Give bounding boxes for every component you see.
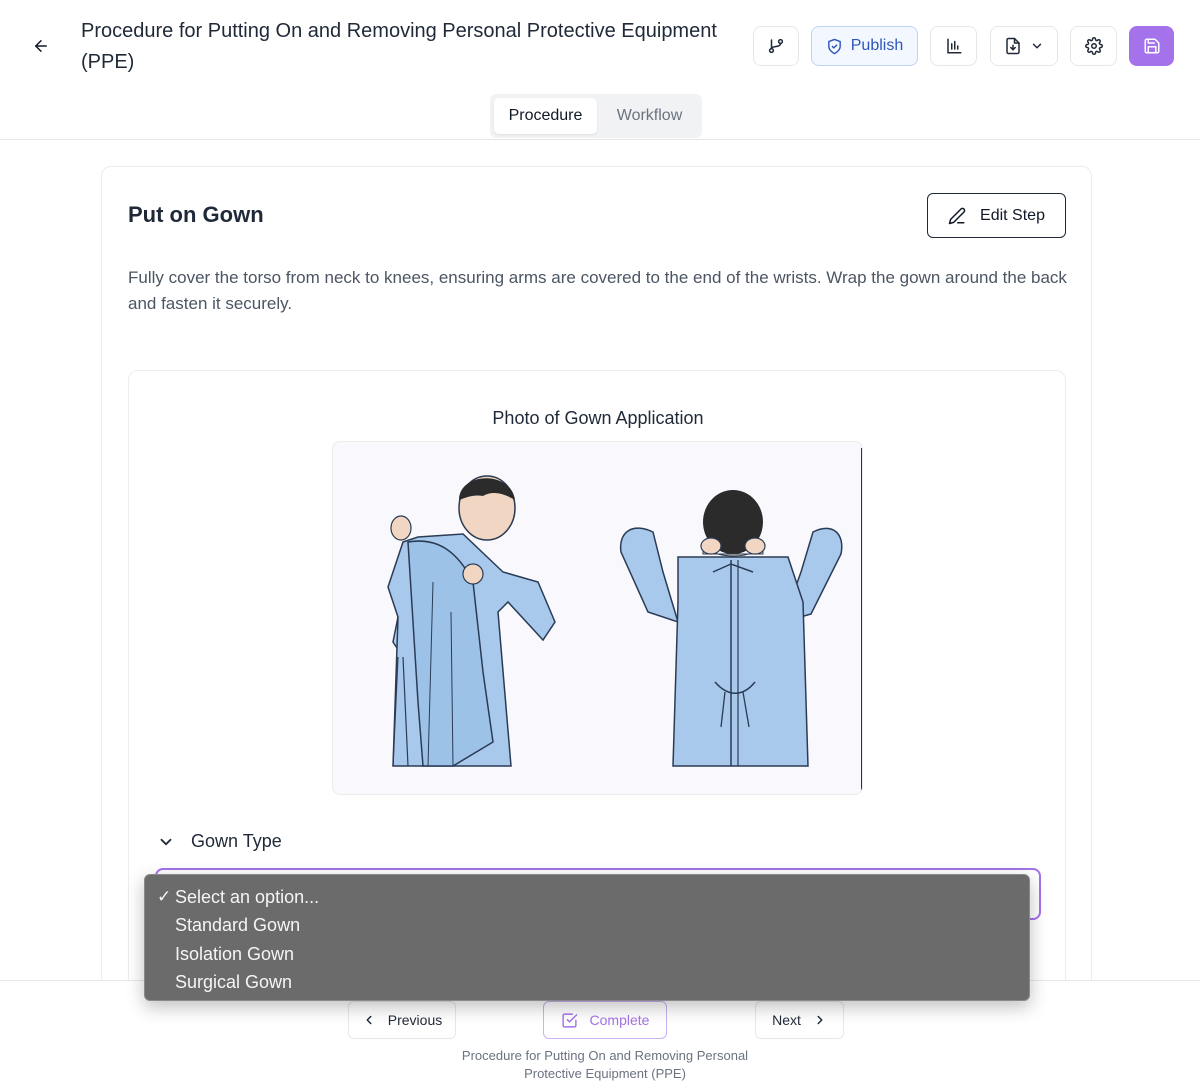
tab-procedure[interactable]: Procedure (494, 98, 597, 134)
edit-step-button[interactable]: Edit Step (927, 193, 1066, 238)
pencil-icon (948, 207, 966, 224)
file-download-icon (1006, 37, 1020, 55)
previous-label: Previous (387, 1012, 443, 1028)
gown-type-title: Gown Type (191, 831, 282, 851)
next-button[interactable]: Next (755, 1001, 844, 1039)
photo-label: Photo of Gown Application (492, 408, 704, 428)
option-label: Select an option... (175, 887, 320, 907)
option-label: Isolation Gown (175, 943, 295, 964)
next-label: Next (772, 1012, 801, 1028)
option-surgical-gown[interactable]: Surgical Gown (145, 968, 1029, 996)
page-title: Procedure for Putting On and Removing Pe… (81, 20, 717, 73)
option-isolation-gown[interactable]: Isolation Gown (145, 940, 1029, 968)
footer-procedure-title: Procedure for Putting On and Removing Pe… (461, 1048, 749, 1081)
option-select-placeholder[interactable]: ✓ Select an option... (145, 883, 1029, 911)
gown-type-options-menu: ✓ Select an option... Standard Gown Isol… (144, 874, 1030, 1001)
checkbox-icon (561, 1012, 577, 1028)
publish-button[interactable]: Publish (811, 26, 918, 66)
save-button[interactable] (1129, 26, 1174, 66)
chevron-down-icon (1032, 43, 1042, 49)
analytics-button[interactable] (930, 26, 977, 66)
gown-type-section-header[interactable]: Gown Type (157, 831, 282, 852)
step-description: Fully cover the torso from neck to knees… (128, 268, 1067, 313)
publish-label: Publish (850, 37, 904, 54)
option-label: Standard Gown (175, 915, 301, 936)
bar-chart-icon (946, 38, 961, 54)
chevron-left-icon (366, 1015, 372, 1025)
step-card: Put on Gown Edit Step Fully cover the to… (101, 166, 1092, 1010)
git-branch-icon (768, 38, 784, 54)
chevron-down-icon (160, 838, 172, 845)
shield-check-icon (827, 38, 841, 54)
save-icon (1144, 38, 1159, 54)
gown-application-photo (332, 441, 863, 795)
option-standard-gown[interactable]: Standard Gown (145, 911, 1029, 939)
export-dropdown-button[interactable] (990, 26, 1058, 66)
settings-button[interactable] (1070, 26, 1117, 66)
complete-button[interactable]: Complete (543, 1001, 667, 1039)
gear-icon (1084, 37, 1103, 55)
checkmark-icon: ✓ (157, 887, 172, 906)
view-tabs: Procedure Workflow (490, 94, 702, 138)
chevron-right-icon (817, 1015, 823, 1025)
previous-button[interactable]: Previous (348, 1001, 456, 1039)
back-button[interactable] (27, 32, 55, 60)
branch-button[interactable] (753, 26, 799, 66)
tab-workflow[interactable]: Workflow (601, 98, 698, 134)
photo-border-line (861, 448, 862, 790)
option-label: Surgical Gown (175, 972, 293, 993)
complete-label: Complete (589, 1012, 650, 1028)
arrow-left-icon (35, 40, 47, 52)
figure-tying-gown (619, 490, 843, 767)
edit-step-label: Edit Step (980, 206, 1045, 224)
header: Procedure for Putting On and Removing Pe… (0, 0, 1200, 140)
step-title: Put on Gown (128, 202, 264, 227)
figure-putting-on-gown (387, 475, 556, 767)
